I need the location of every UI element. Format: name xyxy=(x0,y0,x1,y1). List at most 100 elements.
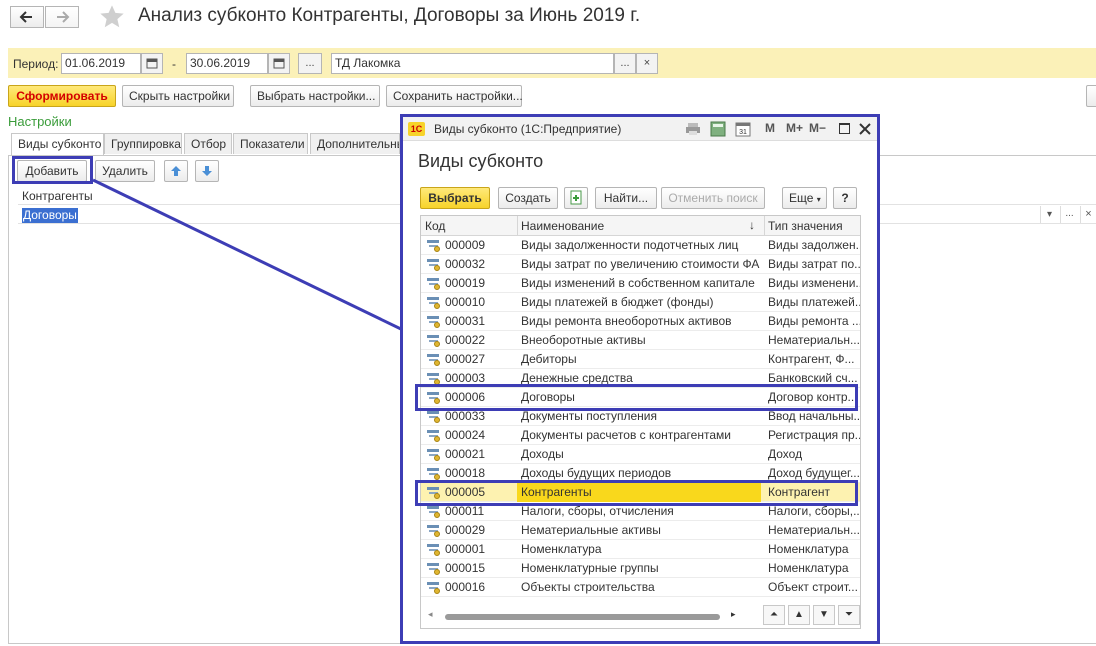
select-button[interactable]: Выбрать xyxy=(420,187,490,209)
subconto-kind-icon xyxy=(427,297,441,309)
cell-type: Номенклатура xyxy=(768,542,849,556)
column-sep-2 xyxy=(764,216,765,236)
subconto-kind-icon xyxy=(427,449,441,461)
scroll-thumb[interactable] xyxy=(445,614,720,620)
cell-type: Виды затрат по... xyxy=(768,257,860,271)
cell-name: Объекты строительства xyxy=(521,580,655,594)
cell-type: Доход xyxy=(768,447,803,461)
table-row[interactable]: 000019 Виды изменений в собственном капит… xyxy=(421,274,860,293)
memory-m-button[interactable]: M xyxy=(765,121,775,135)
subconto-kind-icon xyxy=(427,259,441,271)
subconto-kind-icon xyxy=(427,278,441,290)
cell-code: 000015 xyxy=(445,561,486,575)
cell-name: Номенклатура xyxy=(521,542,602,556)
add-copy-icon xyxy=(570,190,582,205)
cell-code: 000031 xyxy=(445,314,486,328)
help-button[interactable]: ? xyxy=(833,187,857,209)
sort-arrow-icon: ↓ xyxy=(749,218,755,232)
1c-logo: 1С xyxy=(408,122,425,136)
cancel-search-button[interactable]: Отменить поиск xyxy=(661,187,765,209)
table-row[interactable]: 000009 Виды задолженности подотчетных лиц… xyxy=(421,236,860,255)
calculator-icon[interactable] xyxy=(710,121,726,137)
cell-name: Внеоборотные активы xyxy=(521,333,646,347)
table-row[interactable]: 000029 Нематериальные активы Нематериальн.… xyxy=(421,521,860,540)
cell-type: Номенклатура xyxy=(768,561,849,575)
cell-type: Объект строит... xyxy=(768,580,858,594)
nav-first-button[interactable]: ⏶ xyxy=(763,605,785,625)
cell-code: 000019 xyxy=(445,276,486,290)
cell-type: Регистрация пр... xyxy=(768,428,860,442)
copy-button[interactable] xyxy=(564,187,588,209)
cell-name: Доходы xyxy=(521,447,564,461)
create-button[interactable]: Создать xyxy=(498,187,558,209)
subconto-kind-icon xyxy=(427,354,441,366)
table-row[interactable]: 000016 Объекты строительства Объект строит… xyxy=(421,578,860,597)
cell-name: Документы расчетов с контрагентами xyxy=(521,428,731,442)
cell-type: Контрагент, Ф... xyxy=(768,352,855,366)
table-row[interactable]: 000001 Номенклатура Номенклатура xyxy=(421,540,860,559)
grid-header: Код Наименование ↓ Тип значения xyxy=(421,216,860,236)
cell-code: 000009 xyxy=(445,238,486,252)
subconto-kind-icon xyxy=(427,430,441,442)
cell-code: 000021 xyxy=(445,447,486,461)
dialog-window-title: Виды субконто (1С:Предприятие) xyxy=(434,122,622,136)
table-row[interactable]: 000015 Номенклатурные группы Номенклатура xyxy=(421,559,860,578)
subconto-kind-icon xyxy=(427,335,441,347)
maximize-icon[interactable] xyxy=(839,123,850,134)
cell-name: Нематериальные активы xyxy=(521,523,661,537)
more-button[interactable]: Еще ▾ xyxy=(782,187,827,209)
subconto-kind-icon xyxy=(427,582,441,594)
column-type[interactable]: Тип значения xyxy=(768,219,843,233)
contracts-row-highlight xyxy=(415,384,858,411)
subconto-kind-icon xyxy=(427,316,441,328)
calendar-icon[interactable]: 31 xyxy=(735,121,751,137)
subconto-kinds-grid: Код Наименование ↓ Тип значения 000009 Ви… xyxy=(420,215,861,629)
table-row[interactable]: 000031 Виды ремонта внеоборотных активов В… xyxy=(421,312,860,331)
cell-type: Нематериальн... xyxy=(768,523,860,537)
column-name[interactable]: Наименование xyxy=(521,219,604,233)
cell-type: Виды платежей... xyxy=(768,295,860,309)
cell-name: Виды ремонта внеоборотных активов xyxy=(521,314,732,328)
cell-code: 000010 xyxy=(445,295,486,309)
svg-text:31: 31 xyxy=(739,129,747,136)
cell-code: 000032 xyxy=(445,257,486,271)
cell-code: 000001 xyxy=(445,542,486,556)
cell-name: Номенклатурные группы xyxy=(521,561,659,575)
subconto-kind-icon xyxy=(427,240,441,252)
cell-type: Виды ремонта ... xyxy=(768,314,860,328)
more-label: Еще xyxy=(789,191,814,205)
cell-name: Дебиторы xyxy=(521,352,577,366)
cell-code: 000022 xyxy=(445,333,486,347)
cell-type: Виды изменени... xyxy=(768,276,860,290)
memory-m-minus-button[interactable]: M− xyxy=(809,121,826,135)
scroll-left-icon[interactable]: ◂ xyxy=(428,609,433,620)
subconto-kinds-dialog: 1С Виды субконто (1С:Предприятие) 31 M M… xyxy=(400,114,880,644)
counterparties-row-highlight xyxy=(415,480,858,506)
table-row[interactable]: 000027 Дебиторы Контрагент, Ф... xyxy=(421,350,860,369)
scroll-right-icon[interactable]: ▸ xyxy=(731,609,736,620)
table-row[interactable]: 000024 Документы расчетов с контрагентами… xyxy=(421,426,860,445)
cell-name: Виды платежей в бюджет (фонды) xyxy=(521,295,714,309)
nav-prev-button[interactable]: ▲ xyxy=(788,605,810,625)
memory-m-plus-button[interactable]: M+ xyxy=(786,121,803,135)
cell-code: 000024 xyxy=(445,428,486,442)
column-code[interactable]: Код xyxy=(425,219,445,233)
table-row[interactable]: 000010 Виды платежей в бюджет (фонды) Виды… xyxy=(421,293,860,312)
subconto-kind-icon xyxy=(427,563,441,575)
print-icon[interactable] xyxy=(685,122,701,136)
close-icon[interactable] xyxy=(858,120,872,139)
cell-code: 000029 xyxy=(445,523,486,537)
subconto-kind-icon xyxy=(427,411,441,423)
subconto-kind-icon xyxy=(427,544,441,556)
horizontal-scrollbar[interactable]: ◂ ▸ xyxy=(421,604,761,628)
nav-next-button[interactable]: ▼ xyxy=(813,605,835,625)
cell-name: Виды затрат по увеличению стоимости ФА xyxy=(521,257,760,271)
table-row[interactable]: 000032 Виды затрат по увеличению стоимост… xyxy=(421,255,860,274)
subconto-kind-icon xyxy=(427,468,441,480)
find-button[interactable]: Найти... xyxy=(595,187,657,209)
table-row[interactable]: 000021 Доходы Доход xyxy=(421,445,860,464)
nav-last-button[interactable]: ⏷ xyxy=(838,605,860,625)
table-row[interactable]: 000022 Внеоборотные активы Нематериальн... xyxy=(421,331,860,350)
cell-type: Нематериальн... xyxy=(768,333,860,347)
cell-name: Виды задолженности подотчетных лиц xyxy=(521,238,739,252)
